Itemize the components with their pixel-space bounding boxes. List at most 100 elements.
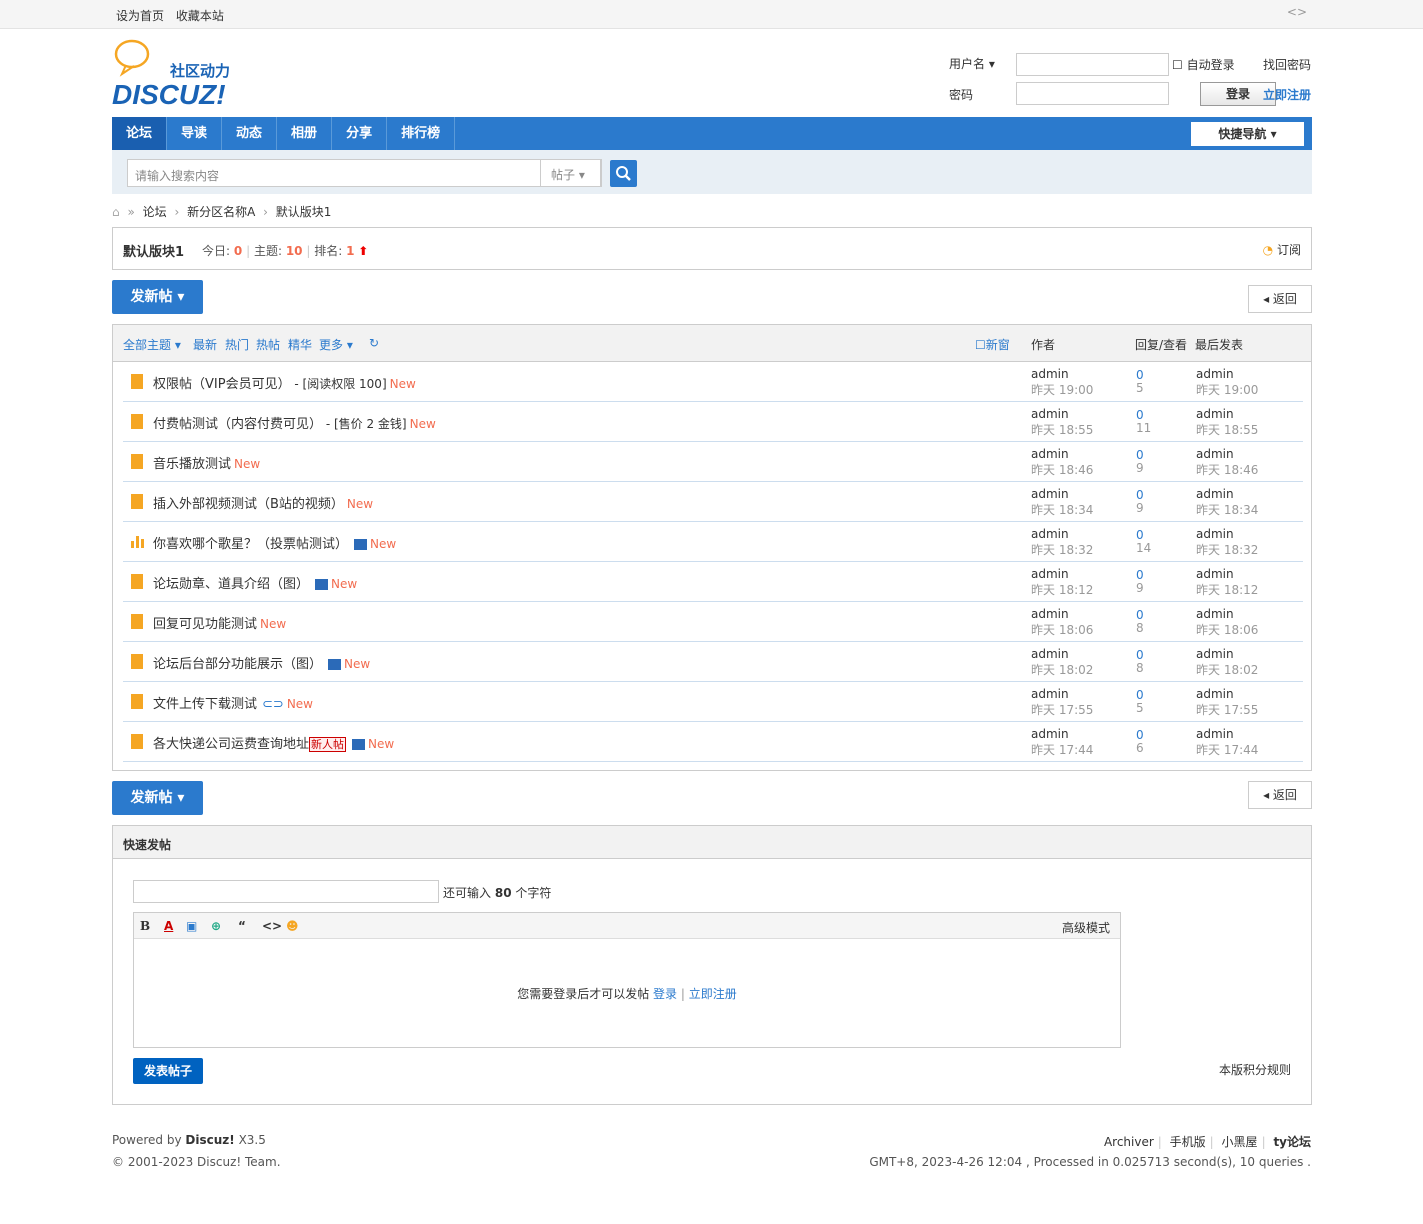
breadcrumb-category[interactable]: 新分区名称A: [187, 205, 255, 219]
table-row[interactable]: 论坛勋章、道具介绍（图） New admin 昨天 18:12 0 9 admin 昨天 18…: [123, 562, 1303, 602]
last-post-time[interactable]: 昨天 18:32: [1196, 541, 1258, 558]
footer-link-site[interactable]: ty论坛: [1273, 1135, 1311, 1149]
advanced-mode-link[interactable]: 高级模式: [1062, 919, 1110, 936]
thread-title[interactable]: 你喜欢哪个歌星？（投票帖测试）: [153, 537, 348, 552]
password-input[interactable]: [1016, 82, 1169, 105]
width-toggle-icon[interactable]: <>: [1287, 5, 1307, 19]
table-row[interactable]: 文件上传下载测试 ⊂⊃ New admin 昨天 17:55 0 5 admin 昨天 17:5…: [123, 682, 1303, 722]
last-post-user[interactable]: admin: [1196, 447, 1234, 461]
last-post-user[interactable]: admin: [1196, 527, 1234, 541]
search-type-select[interactable]: 帖子 ▾: [540, 159, 601, 187]
thread-title[interactable]: 文件上传下载测试: [153, 697, 257, 712]
breadcrumb-forum[interactable]: 论坛: [143, 205, 167, 219]
set-home-link[interactable]: 设为首页: [116, 9, 164, 23]
filter-latest[interactable]: 最新: [193, 336, 217, 353]
last-post-user[interactable]: admin: [1196, 727, 1234, 741]
last-post-time[interactable]: 昨天 18:02: [1196, 661, 1258, 678]
thread-author[interactable]: admin: [1031, 407, 1069, 421]
home-icon[interactable]: ⌂: [112, 205, 120, 219]
footer-link-archiver[interactable]: Archiver: [1104, 1135, 1154, 1149]
table-row[interactable]: 插入外部视频测试（B站的视频） New admin 昨天 18:34 0 9 admin 昨天…: [123, 482, 1303, 522]
image-icon[interactable]: ▣: [186, 919, 197, 933]
subscribe-button[interactable]: ◔ 订阅: [1263, 241, 1301, 258]
search-button[interactable]: [610, 160, 637, 187]
nav-item-feed[interactable]: 动态: [222, 117, 278, 150]
table-row[interactable]: 论坛后台部分功能展示（图） New admin 昨天 18:02 0 8 admin 昨天 1…: [123, 642, 1303, 682]
thread-title[interactable]: 音乐播放测试: [153, 457, 231, 472]
thread-author[interactable]: admin: [1031, 527, 1069, 541]
search-input[interactable]: 请输入搜索内容: [127, 159, 602, 187]
table-row[interactable]: 你喜欢哪个歌星？（投票帖测试） New admin 昨天 18:32 0 14 admin 昨…: [123, 522, 1303, 562]
find-password-link[interactable]: 找回密码: [1263, 56, 1311, 73]
submit-post-button[interactable]: 发表帖子: [133, 1058, 203, 1084]
thread-title[interactable]: 权限帖（VIP会员可见）: [153, 377, 291, 392]
register-link[interactable]: 立即注册: [1263, 86, 1311, 103]
thread-author[interactable]: admin: [1031, 607, 1069, 621]
link-icon[interactable]: ⊕: [211, 919, 221, 933]
new-post-button-top[interactable]: 发新帖 ▾: [112, 280, 203, 314]
nav-item-guide[interactable]: 导读: [167, 117, 223, 150]
smiley-icon[interactable]: ☻: [286, 919, 299, 933]
thread-author[interactable]: admin: [1031, 447, 1069, 461]
back-button-bottom[interactable]: ◂ 返回: [1248, 781, 1312, 809]
last-post-time[interactable]: 昨天 19:00: [1196, 381, 1258, 398]
nav-item-share[interactable]: 分享: [332, 117, 388, 150]
editor-register-link[interactable]: 立即注册: [689, 987, 737, 1001]
last-post-user[interactable]: admin: [1196, 367, 1234, 381]
nav-item-forum[interactable]: 论坛: [112, 117, 168, 150]
footer-link-mobile[interactable]: 手机版: [1170, 1135, 1206, 1149]
thread-title[interactable]: 插入外部视频测试（B站的视频）: [153, 497, 344, 512]
last-post-time[interactable]: 昨天 18:55: [1196, 421, 1258, 438]
last-post-time[interactable]: 昨天 17:55: [1196, 701, 1258, 718]
new-post-button-bottom[interactable]: 发新帖 ▾: [112, 781, 203, 815]
table-row[interactable]: 回复可见功能测试 New admin 昨天 18:06 0 8 admin 昨天 18:06: [123, 602, 1303, 642]
last-post-user[interactable]: admin: [1196, 647, 1234, 661]
code-icon[interactable]: <>: [262, 919, 282, 933]
thread-author[interactable]: admin: [1031, 727, 1069, 741]
editor-login-link[interactable]: 登录: [653, 987, 677, 1001]
last-post-user[interactable]: admin: [1196, 607, 1234, 621]
thread-author[interactable]: admin: [1031, 487, 1069, 501]
font-color-icon[interactable]: A: [164, 919, 173, 933]
credit-rules-link[interactable]: 本版积分规则: [1219, 1061, 1291, 1078]
last-post-time[interactable]: 昨天 18:12: [1196, 581, 1258, 598]
last-post-time[interactable]: 昨天 17:44: [1196, 741, 1258, 758]
thread-author[interactable]: admin: [1031, 367, 1069, 381]
filter-digest[interactable]: 精华: [288, 336, 312, 353]
last-post-user[interactable]: admin: [1196, 567, 1234, 581]
filter-more[interactable]: 更多 ▾: [319, 336, 353, 353]
bookmark-link[interactable]: 收藏本站: [176, 9, 224, 23]
nav-item-album[interactable]: 相册: [277, 117, 333, 150]
last-post-time[interactable]: 昨天 18:46: [1196, 461, 1258, 478]
quick-nav-button[interactable]: 快捷导航 ▾: [1191, 122, 1304, 146]
bold-icon[interactable]: B: [140, 919, 150, 933]
username-input[interactable]: [1016, 53, 1169, 76]
filter-all[interactable]: 全部主题 ▾: [123, 336, 181, 353]
new-window-checkbox[interactable]: ☐新窗: [975, 336, 1010, 353]
last-post-user[interactable]: admin: [1196, 407, 1234, 421]
thread-author[interactable]: admin: [1031, 687, 1069, 701]
thread-author[interactable]: admin: [1031, 647, 1069, 661]
auto-login-checkbox[interactable]: ☐ 自动登录: [1172, 56, 1235, 73]
table-row[interactable]: 各大快递公司运费查询地址 新人帖 New admin 昨天 17:44 0 6 admin 昨天…: [123, 722, 1303, 762]
table-row[interactable]: 权限帖（VIP会员可见） - [阅读权限 100] New admin 昨天 19:0…: [123, 362, 1303, 402]
filter-hot[interactable]: 热门: [225, 336, 249, 353]
last-post-user[interactable]: admin: [1196, 687, 1234, 701]
back-button-top[interactable]: ◂ 返回: [1248, 285, 1312, 313]
thread-title[interactable]: 论坛勋章、道具介绍（图）: [153, 577, 309, 592]
last-post-time[interactable]: 昨天 18:34: [1196, 501, 1258, 518]
thread-title[interactable]: 付费帖测试（内容付费可见）: [153, 417, 322, 432]
table-row[interactable]: 音乐播放测试 New admin 昨天 18:46 0 9 admin 昨天 18:46: [123, 442, 1303, 482]
thread-title[interactable]: 回复可见功能测试: [153, 617, 257, 632]
nav-item-ranking[interactable]: 排行榜: [387, 117, 456, 150]
breadcrumb-board[interactable]: 默认版块1: [276, 205, 332, 219]
refresh-icon[interactable]: ↻: [369, 336, 379, 350]
site-logo[interactable]: 社区动力 DISCUZ!: [112, 38, 247, 110]
subject-input[interactable]: [133, 880, 439, 903]
table-row[interactable]: 付费帖测试（内容付费可见） - [售价 2 金钱] New admin 昨天 18:5…: [123, 402, 1303, 442]
filter-hot-posts[interactable]: 热帖: [256, 336, 280, 353]
last-post-user[interactable]: admin: [1196, 487, 1234, 501]
last-post-time[interactable]: 昨天 18:06: [1196, 621, 1258, 638]
footer-link-blackroom[interactable]: 小黑屋: [1222, 1135, 1258, 1149]
thread-title[interactable]: 各大快递公司运费查询地址: [153, 737, 309, 752]
